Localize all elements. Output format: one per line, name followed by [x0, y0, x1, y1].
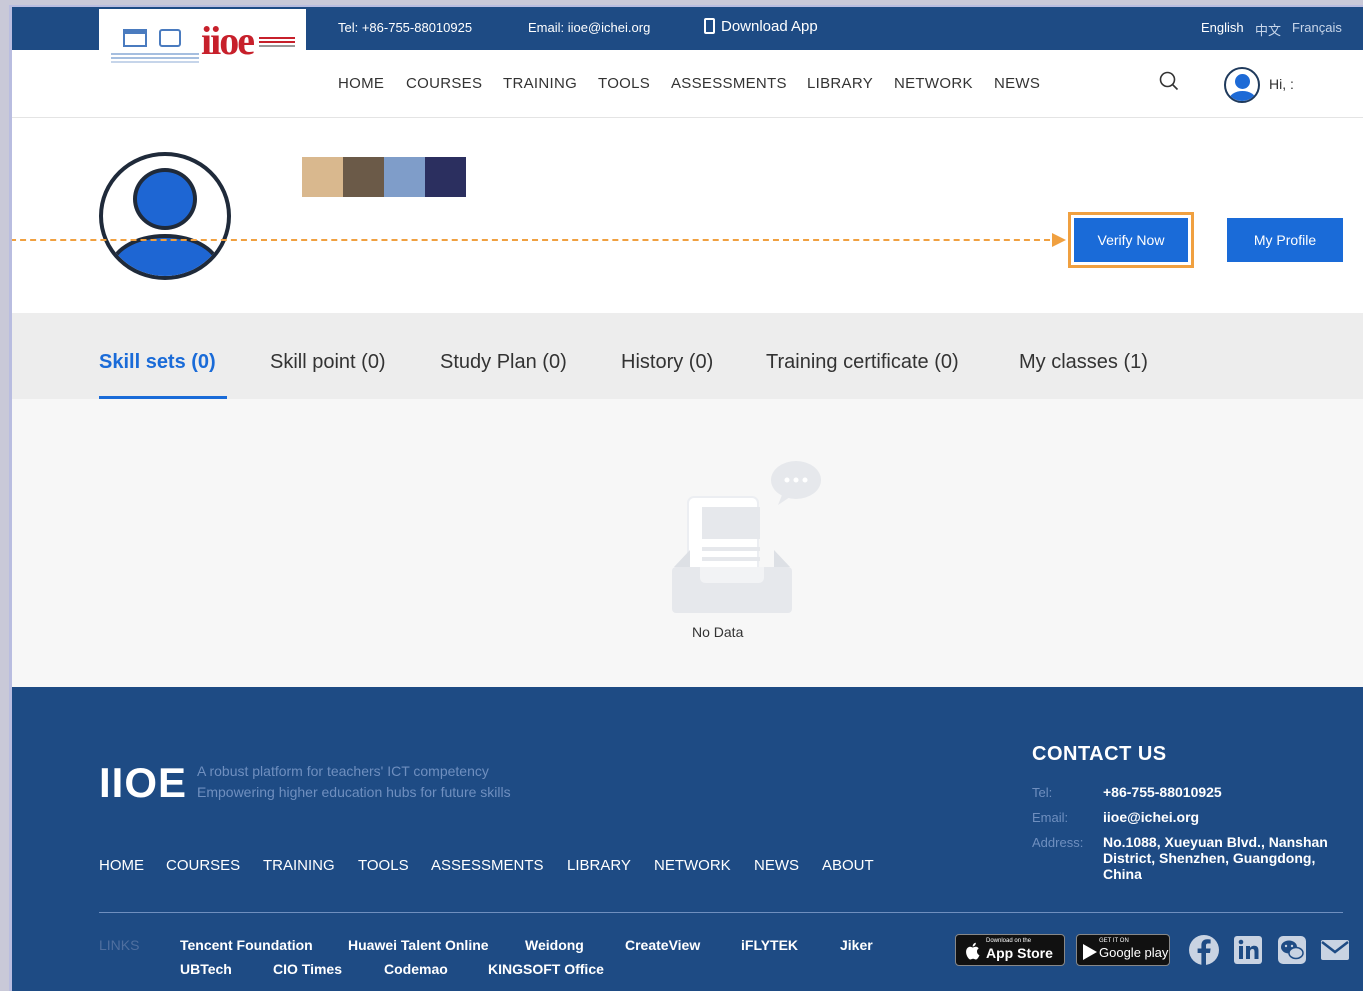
link-tencent[interactable]: Tencent Foundation	[180, 937, 313, 953]
page-frame: Tel: +86-755-88010925 Email: iioe@ichei.…	[9, 5, 1363, 991]
link-createview[interactable]: CreateView	[625, 937, 700, 953]
contact-title: CONTACT US	[1032, 743, 1167, 765]
contact-address: No.1088, Xueyuan Blvd., Nanshan District…	[1103, 834, 1328, 882]
link-ubtech[interactable]: UBTech	[180, 961, 232, 977]
email-icon[interactable]	[1319, 934, 1351, 966]
link-jiker[interactable]: Jiker	[840, 937, 873, 953]
link-codemao[interactable]: Codemao	[384, 961, 448, 977]
link-kingsoft[interactable]: KINGSOFT Office	[488, 961, 604, 977]
profile-name-redacted	[302, 157, 466, 197]
iioe-logo: iioe	[201, 17, 295, 64]
lang-chinese[interactable]: 中文	[1255, 20, 1281, 39]
links-label: LINKS	[99, 937, 140, 953]
footer: IIOE A robust platform for teachers' ICT…	[12, 687, 1363, 991]
app-store-button[interactable]: Download on the App Store	[955, 934, 1065, 966]
verify-now-button[interactable]: Verify Now	[1074, 218, 1188, 262]
footer-nav-training[interactable]: TRAINING	[263, 857, 335, 874]
footer-tagline-1: A robust platform for teachers' ICT comp…	[197, 763, 489, 779]
site-logo[interactable]: iioe	[99, 9, 306, 83]
google-play-big: Google play	[1099, 945, 1169, 960]
tab-history[interactable]: History (0)	[621, 351, 713, 374]
link-weidong[interactable]: Weidong	[525, 937, 584, 953]
footer-nav-network[interactable]: NETWORK	[654, 857, 731, 874]
contact-tel: +86-755-88010925	[1103, 784, 1222, 800]
download-app-link[interactable]: Download App	[704, 18, 818, 35]
nav-network[interactable]: NETWORK	[894, 75, 973, 92]
lang-french[interactable]: Français	[1292, 20, 1342, 35]
tab-content: No Data	[12, 399, 1363, 687]
footer-nav-courses[interactable]: COURSES	[166, 857, 240, 874]
tab-skill-sets[interactable]: Skill sets (0)	[99, 351, 216, 374]
link-huawei[interactable]: Huawei Talent Online	[348, 937, 489, 953]
profile-avatar[interactable]	[99, 152, 231, 280]
google-play-small: GET IT ON	[1099, 938, 1129, 944]
footer-nav-news[interactable]: NEWS	[754, 857, 799, 874]
tab-study-plan[interactable]: Study Plan (0)	[440, 351, 567, 374]
nav-tools[interactable]: TOOLS	[598, 75, 650, 92]
footer-tagline-2: Empowering higher education hubs for fut…	[197, 784, 511, 800]
nav-news[interactable]: NEWS	[994, 75, 1040, 92]
top-tel: Tel: +86-755-88010925	[338, 20, 473, 35]
nav-courses[interactable]: COURSES	[406, 75, 482, 92]
footer-nav-assessments[interactable]: ASSESSMENTS	[431, 857, 544, 874]
nav-home[interactable]: HOME	[338, 75, 384, 92]
tab-training-certificate[interactable]: Training certificate (0)	[766, 351, 959, 374]
footer-nav-about[interactable]: ABOUT	[822, 857, 874, 874]
app-store-big: App Store	[986, 945, 1053, 961]
tab-skill-point[interactable]: Skill point (0)	[270, 351, 386, 374]
footer-nav-home[interactable]: HOME	[99, 857, 144, 874]
top-email[interactable]: Email: iioe@ichei.org	[528, 20, 650, 35]
wechat-icon[interactable]	[1276, 934, 1308, 966]
google-play-icon	[1083, 944, 1097, 960]
search-icon[interactable]	[1159, 71, 1179, 91]
header-divider	[12, 117, 1363, 118]
nav-library[interactable]: LIBRARY	[807, 75, 873, 92]
lang-english[interactable]: English	[1201, 20, 1244, 35]
tab-my-classes[interactable]: My classes (1)	[1019, 351, 1148, 374]
nav-assessments[interactable]: ASSESSMENTS	[671, 75, 787, 92]
highlight-arrow-line	[12, 239, 1050, 241]
user-avatar[interactable]	[1224, 67, 1260, 103]
apple-icon	[966, 942, 980, 960]
facebook-icon[interactable]	[1188, 934, 1220, 966]
footer-nav-tools[interactable]: TOOLS	[358, 857, 409, 874]
profile-tabs: Skill sets (0) Skill point (0) Study Pla…	[12, 313, 1363, 399]
verify-highlight: Verify Now	[1068, 212, 1194, 268]
phone-icon	[704, 18, 715, 34]
contact-tel-label: Tel:	[1032, 785, 1053, 800]
google-play-button[interactable]: GET IT ON Google play	[1076, 934, 1170, 966]
contact-email-label: Email:	[1032, 810, 1069, 825]
nav-training[interactable]: TRAINING	[503, 75, 577, 92]
highlight-arrow-head	[1052, 233, 1066, 247]
download-app-label: Download App	[721, 18, 818, 35]
footer-brand: IIOE	[99, 759, 188, 806]
app-store-small: Download on the	[986, 938, 1032, 944]
link-cio-times[interactable]: CIO Times	[273, 961, 342, 977]
unesco-logo	[111, 29, 199, 65]
no-data-text: No Data	[692, 624, 744, 640]
empty-inbox-icon	[672, 461, 821, 613]
footer-divider	[99, 912, 1343, 913]
user-greeting[interactable]: Hi, :	[1269, 76, 1294, 92]
contact-address-label: Address:	[1032, 835, 1084, 850]
contact-email[interactable]: iioe@ichei.org	[1103, 809, 1343, 825]
footer-nav-library[interactable]: LIBRARY	[567, 857, 631, 874]
linkedin-icon[interactable]	[1232, 934, 1264, 966]
link-iflytek[interactable]: iFLYTEK	[741, 937, 798, 953]
my-profile-button[interactable]: My Profile	[1227, 218, 1343, 262]
